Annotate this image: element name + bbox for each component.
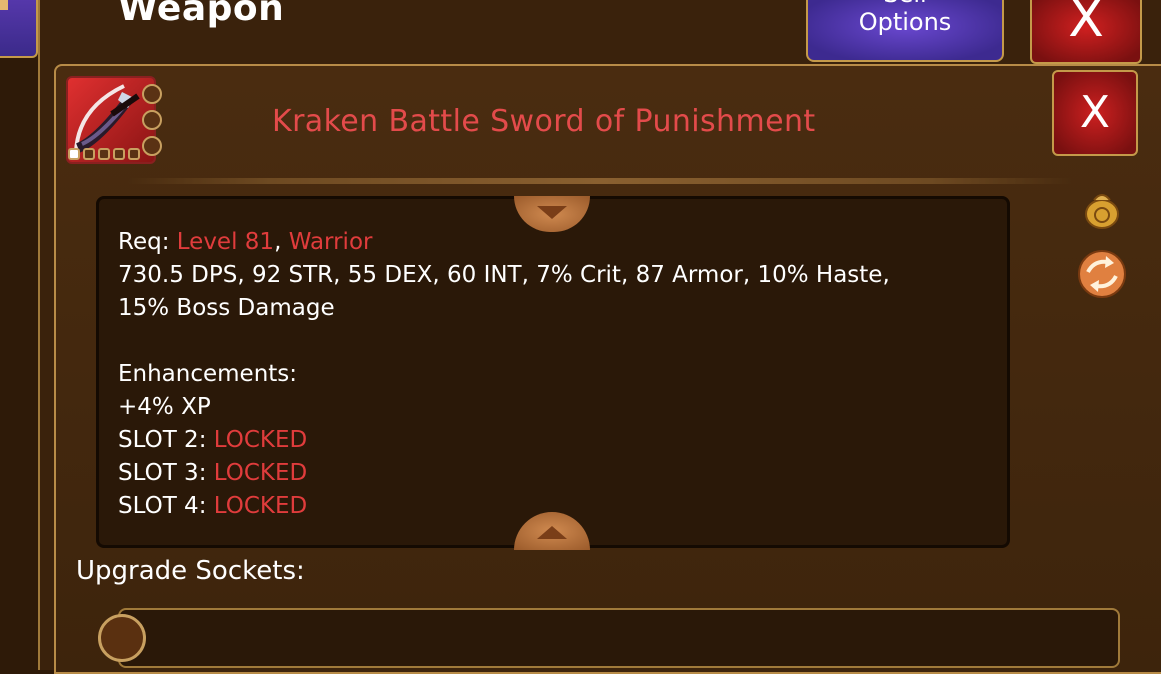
enhancement-row: SLOT 2: LOCKED xyxy=(118,424,998,457)
scroll-up-icon xyxy=(537,206,567,219)
sell-options-label-1: Sell xyxy=(808,0,1002,8)
window-close-button[interactable]: X xyxy=(1030,0,1142,64)
sell-options-label-2: Options xyxy=(858,8,952,36)
enhancement-label: SLOT 4: xyxy=(118,493,207,519)
window-title: Weapon xyxy=(118,0,285,29)
divider xyxy=(128,178,1072,184)
panel-close-button[interactable]: X xyxy=(1052,70,1138,156)
req-label: Req: xyxy=(118,229,170,255)
rarity-dot xyxy=(98,148,110,160)
gem-slot-icon xyxy=(142,84,162,104)
enhancement-row: SLOT 4: LOCKED xyxy=(118,490,998,523)
upgrade-sockets-label: Upgrade Sockets: xyxy=(76,556,305,586)
item-name: Kraken Battle Sword of Punishment xyxy=(272,104,816,139)
enhancement-value: LOCKED xyxy=(213,493,308,519)
rarity-dot xyxy=(113,148,125,160)
rarity-dot xyxy=(68,148,80,160)
enhancement-value: LOCKED xyxy=(213,427,308,453)
refresh-icon[interactable] xyxy=(1076,248,1128,300)
bag-icon[interactable] xyxy=(1080,186,1124,230)
left-tab[interactable] xyxy=(0,0,38,58)
stats-line-1: 730.5 DPS, 92 STR, 55 DEX, 60 INT, 7% Cr… xyxy=(118,262,890,288)
enhancement-row: +4% XP xyxy=(118,391,998,424)
gem-slot-icon xyxy=(142,136,162,156)
enhancement-label: SLOT 2: xyxy=(118,427,207,453)
rarity-dot xyxy=(128,148,140,160)
req-separator: , xyxy=(274,229,282,255)
socket-icon[interactable] xyxy=(98,614,146,662)
req-level: Level 81 xyxy=(176,229,275,255)
enhancements-title: Enhancements: xyxy=(118,361,298,387)
rarity-indicator xyxy=(68,148,140,160)
enhancement-label: SLOT 3: xyxy=(118,460,207,486)
gem-slots xyxy=(142,84,166,162)
sell-options-button[interactable]: Sell Options xyxy=(806,0,1004,62)
enhancement-value: LOCKED xyxy=(213,460,308,486)
gem-slot-icon xyxy=(142,110,162,130)
socket-bar xyxy=(118,608,1120,668)
enhancement-row: SLOT 3: LOCKED xyxy=(118,457,998,490)
req-class: Warrior xyxy=(288,229,373,255)
enhancement-label: +4% XP xyxy=(118,394,211,420)
stats-line-2: 15% Boss Damage xyxy=(118,295,335,321)
rarity-dot xyxy=(83,148,95,160)
scroll-down-icon xyxy=(537,526,567,539)
requirements-line: Req: Level 81, Warrior xyxy=(118,226,998,259)
stats-text: Req: Level 81, Warrior 730.5 DPS, 92 STR… xyxy=(118,226,998,523)
